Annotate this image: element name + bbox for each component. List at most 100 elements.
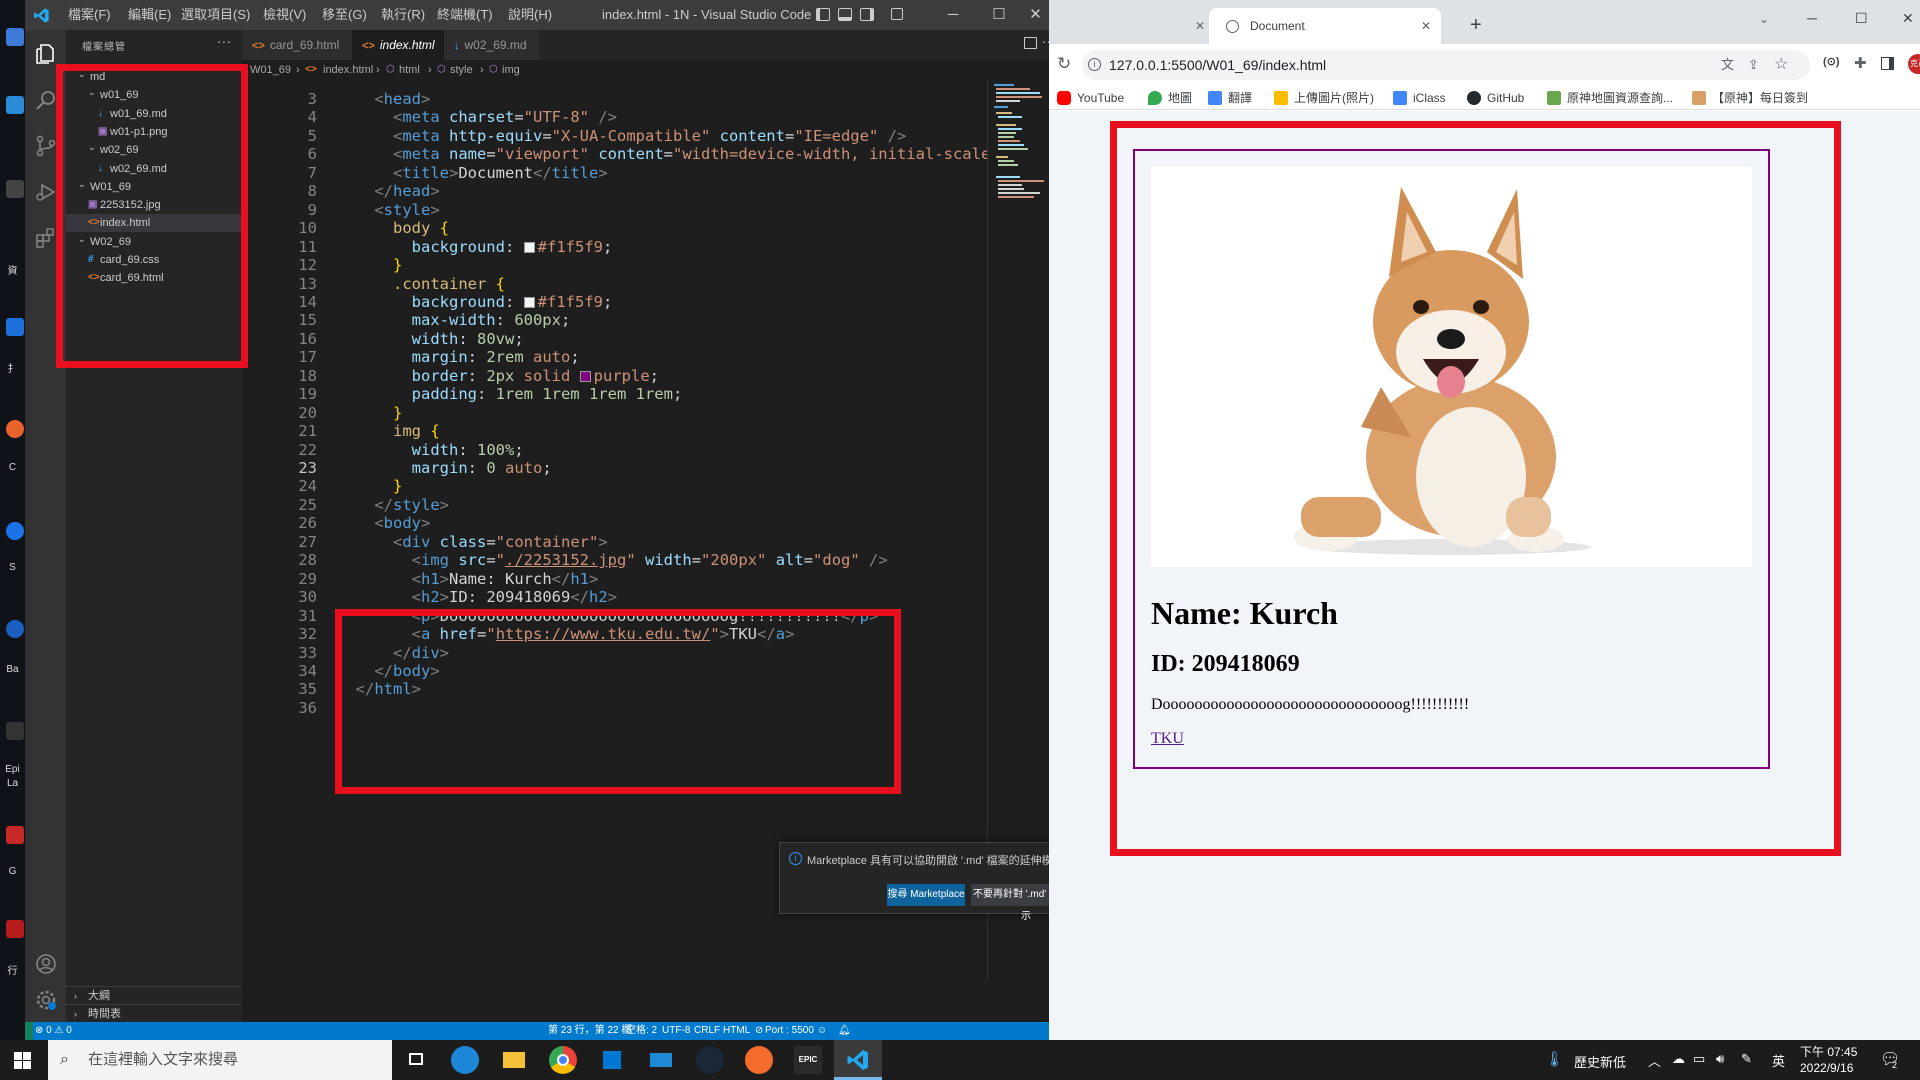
eol-status[interactable]: CRLF (694, 1022, 720, 1040)
browser-tab-previous[interactable]: ✕ (1049, 8, 1209, 44)
menu-view[interactable]: 檢視(V) (263, 0, 306, 30)
pen-icon[interactable]: ✎ (1741, 1051, 1752, 1067)
desktop-icon[interactable] (6, 96, 24, 114)
extensions-icon[interactable] (34, 226, 58, 250)
timeline-section[interactable]: › 時間表 (66, 1004, 242, 1022)
cursor-position[interactable]: 第 23 行，第 22 欄 (548, 1022, 631, 1040)
color-swatch[interactable] (523, 296, 535, 308)
toggle-secondary-sidebar-icon[interactable] (860, 8, 874, 21)
desktop-icon[interactable] (6, 722, 24, 740)
browser-tab-active[interactable]: Document ✕ (1209, 8, 1441, 44)
edge-browser-icon[interactable] (451, 1046, 479, 1074)
encoding-status[interactable]: UTF-8 (662, 1022, 690, 1040)
run-debug-icon[interactable] (34, 180, 58, 204)
breadcrumb-item[interactable]: img (502, 60, 520, 80)
desktop-icon[interactable] (6, 620, 24, 638)
minimize-button[interactable]: ─ (930, 0, 976, 30)
clock-date[interactable]: 2022/9/16 (1800, 1061, 1853, 1075)
tab-w02-69-md[interactable]: ↓ w02_69.md (444, 30, 539, 60)
maximize-button[interactable]: ☐ (976, 0, 1022, 30)
translate-icon[interactable]: 文 (1721, 50, 1734, 80)
color-swatch[interactable] (523, 241, 535, 253)
desktop-icon[interactable] (6, 522, 24, 540)
input-method-indicator[interactable]: 英 (1772, 1051, 1785, 1070)
tab-search-icon[interactable]: ⌄ (1759, 12, 1769, 26)
desktop-icon[interactable] (6, 920, 24, 938)
site-info-icon[interactable]: i (1088, 58, 1101, 71)
start-windows-icon[interactable] (14, 1052, 31, 1074)
bookmark-github[interactable]: GitHub (1467, 86, 1524, 110)
indentation-status[interactable]: 空格: 2 (626, 1022, 657, 1040)
bookmark-upload-image[interactable]: 上傳圖片(照片) (1274, 86, 1374, 110)
customize-layout-icon[interactable] (891, 8, 903, 20)
search-icon[interactable] (34, 88, 58, 112)
desktop-icon[interactable] (6, 420, 24, 438)
menu-selection[interactable]: 選取項目(S) (181, 0, 250, 30)
share-icon[interactable]: ⇪ (1748, 50, 1759, 80)
notifications-bell-icon[interactable]: 🔔︎ (838, 1022, 851, 1040)
breadcrumb-item[interactable]: index.html (323, 60, 373, 80)
notification-center-icon[interactable]: 💬︎ (1880, 1049, 1900, 1069)
bookmark-iclass[interactable]: iClass (1393, 86, 1446, 110)
tab-card-69-html[interactable]: <> card_69.html (242, 30, 352, 60)
menu-go[interactable]: 移至(G) (322, 0, 367, 30)
weather-icon[interactable]: 🌡︎ (1545, 1050, 1564, 1068)
profile-avatar[interactable]: 克己 (1908, 54, 1920, 74)
menu-terminal[interactable]: 終端機(T) (437, 0, 493, 30)
desktop-icon[interactable] (6, 826, 24, 844)
bookmark-translate[interactable]: 翻譯 (1208, 86, 1252, 110)
microsoft-store-icon[interactable] (598, 1046, 626, 1074)
menu-file[interactable]: 檔案(F) (68, 0, 111, 30)
toggle-panel-icon[interactable] (838, 8, 852, 21)
feedback-icon[interactable]: ☺ (817, 1022, 827, 1040)
close-tab-icon[interactable]: ✕ (1421, 8, 1431, 44)
side-panel-icon[interactable] (1881, 57, 1894, 70)
onedrive-icon[interactable]: ☁︎ (1672, 1051, 1685, 1067)
show-hidden-icons[interactable]: ︿ (1648, 1051, 1661, 1070)
browser-close-button[interactable]: ✕ (1902, 10, 1914, 27)
explorer-icon[interactable] (34, 42, 58, 66)
bookmark-youtube[interactable]: YouTube (1057, 86, 1124, 110)
split-editor-icon[interactable] (1024, 37, 1037, 49)
manage-gear-icon[interactable] (34, 988, 58, 1012)
clock-time[interactable]: 下午 07:45 (1800, 1043, 1857, 1060)
vscode-taskbar-button[interactable] (834, 1040, 882, 1080)
desktop-icon[interactable] (6, 318, 24, 336)
volume-icon[interactable]: 🔊︎ (1716, 1051, 1724, 1067)
new-tab-icon[interactable]: + (1470, 15, 1482, 35)
search-marketplace-button[interactable]: 搜尋 Marketplace (887, 884, 965, 906)
file-explorer-icon[interactable] (500, 1046, 528, 1074)
menu-help[interactable]: 說明(H) (508, 0, 552, 30)
reload-icon[interactable]: ↻ (1057, 54, 1071, 74)
taskbar-search-box[interactable]: ⌕ 在這裡輸入文字來搜尋 (48, 1040, 392, 1080)
network-icon[interactable]: ▭ (1693, 1051, 1705, 1067)
language-mode[interactable]: HTML (723, 1022, 750, 1040)
desktop-icon[interactable] (6, 28, 24, 46)
bookmark-genshin-signin[interactable]: 【原神】每日簽到 (1692, 86, 1808, 110)
menu-run[interactable]: 執行(R) (381, 0, 425, 30)
origin-icon[interactable] (745, 1046, 773, 1074)
live-server-port[interactable]: Port : 5500 (765, 1022, 814, 1040)
account-icon[interactable] (34, 952, 58, 976)
extensions-puzzle-icon[interactable]: ✚ (1854, 54, 1867, 72)
outline-section[interactable]: › 大綱 (66, 986, 242, 1004)
close-window-button[interactable]: ✕ (1022, 0, 1049, 30)
menu-edit[interactable]: 編輯(E) (128, 0, 171, 30)
toggle-sidebar-icon[interactable] (816, 8, 830, 21)
bookmark-genshin-map[interactable]: 原神地圖資源查詢... (1547, 86, 1673, 110)
breadcrumb-item[interactable]: W01_69 (250, 60, 291, 80)
chrome-icon[interactable] (549, 1046, 577, 1074)
browser-maximize-button[interactable]: ☐ (1855, 10, 1868, 27)
tab-index-html[interactable]: <>index.html ✕ (352, 30, 514, 60)
task-view-icon[interactable] (402, 1046, 430, 1074)
problems-status[interactable]: ⊗ 0 ⚠ 0 (35, 1022, 72, 1040)
breadcrumb-item[interactable]: html (399, 60, 420, 80)
more-actions-icon[interactable]: ··· (217, 33, 231, 49)
epic-games-icon[interactable]: EPIC (794, 1046, 822, 1074)
remote-indicator-icon[interactable] (25, 1022, 33, 1040)
source-control-icon[interactable] (34, 134, 58, 158)
desktop-icon[interactable] (6, 180, 24, 198)
bookmark-maps[interactable]: 地圖 (1148, 86, 1192, 110)
browser-minimize-button[interactable]: ─ (1807, 10, 1817, 26)
extension-icon[interactable]: (⊙) (1823, 55, 1840, 68)
